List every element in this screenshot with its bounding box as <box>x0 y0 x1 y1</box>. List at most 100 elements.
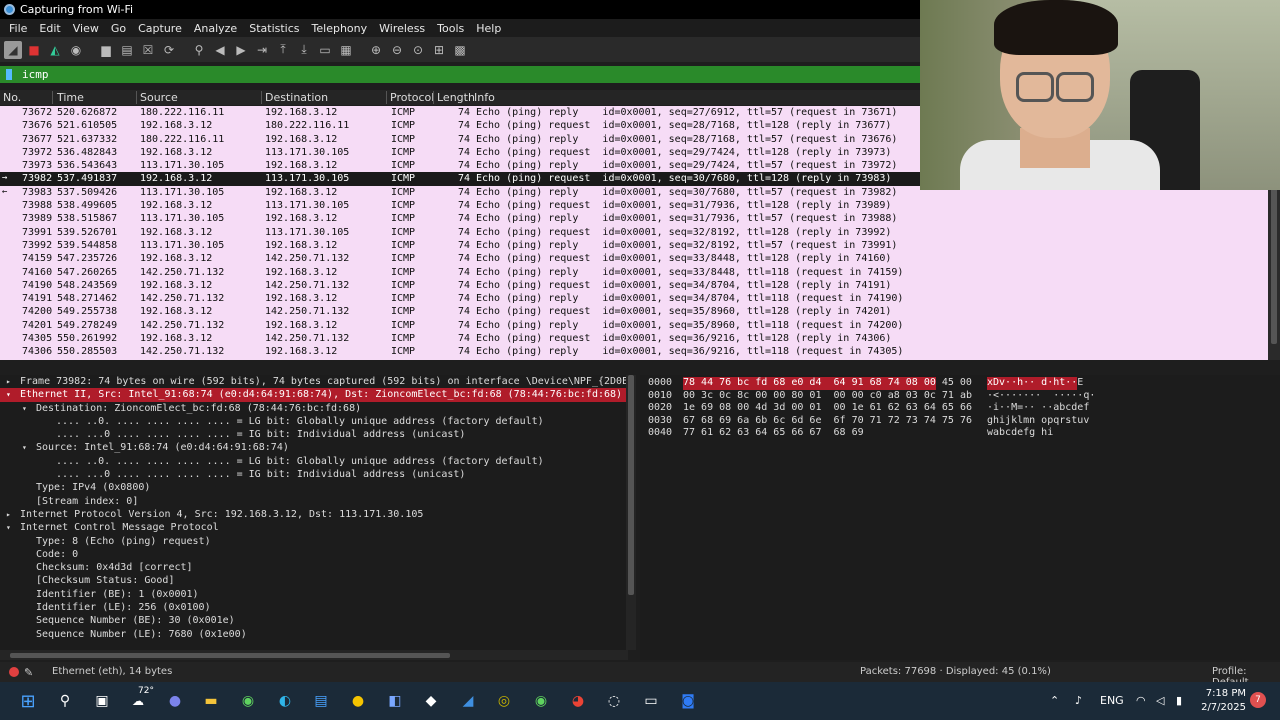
options-icon[interactable]: ◉ <box>67 41 85 59</box>
capture-status-icon[interactable] <box>9 667 19 677</box>
microphone-icon[interactable]: ♪ <box>1075 694 1082 707</box>
shark-fin-icon[interactable]: ◢ <box>4 40 22 59</box>
volume-icon[interactable]: ◁ <box>1156 694 1164 707</box>
detail-tree-item[interactable]: .... ...0 .... .... .... .... = IG bit: … <box>0 428 628 441</box>
packet-row[interactable]: 74159 547.235726 192.168.3.12 142.250.71.13… <box>0 252 1268 265</box>
show-hidden-icons-icon[interactable]: ⌃ <box>1050 694 1059 707</box>
menu-item[interactable]: View <box>67 22 105 35</box>
detail-tree-item[interactable]: Identifier (BE): 1 (0x0001) <box>0 588 628 601</box>
close-file-icon[interactable]: ☒ <box>139 41 157 59</box>
packet-row[interactable]: 74160 547.260265 142.250.71.132 192.168.3.1… <box>0 266 1268 279</box>
windows-start-icon[interactable]: ⊞ <box>16 689 40 713</box>
app-icon-circle[interactable]: ◌ <box>602 689 626 713</box>
detail-tree-item[interactable]: ▸ Internet Protocol Version 4, Src: 192.1… <box>0 508 628 521</box>
ascii-text[interactable]: wabcdefg hi <box>987 427 1053 440</box>
menu-item[interactable]: Go <box>105 22 132 35</box>
first-icon[interactable]: ⤒ <box>274 41 292 59</box>
col-header-info[interactable]: Info <box>474 91 495 104</box>
collapse-arrow-icon[interactable]: ▾ <box>22 402 27 415</box>
app-icon-green-2[interactable]: ◉ <box>529 689 553 713</box>
detail-tree-item[interactable]: ▾ Internet Control Message Protocol <box>0 521 628 534</box>
detail-tree-item[interactable]: ▸ Frame 73982: 74 bytes on wire (592 bits… <box>0 375 628 388</box>
detail-tree-item[interactable]: ▾ Ethernet II, Src: Intel_91:68:74 (e0:d4… <box>0 388 628 402</box>
notification-badge[interactable]: 7 <box>1250 692 1266 708</box>
menu-item[interactable]: Capture <box>132 22 188 35</box>
edit-comment-icon[interactable]: ✎ <box>24 666 33 679</box>
detail-tree-item[interactable]: Type: IPv4 (0x0800) <box>0 481 628 494</box>
collapse-arrow-icon[interactable]: ▾ <box>6 388 11 401</box>
detail-tree-item[interactable]: [Checksum Status: Good] <box>0 574 628 587</box>
menu-item[interactable]: Help <box>470 22 507 35</box>
ascii-text[interactable]: ·<······· ·····q· <box>987 390 1095 403</box>
app-icon-blue[interactable]: ◧ <box>383 689 407 713</box>
col-header-source[interactable]: Source <box>140 91 178 104</box>
details-scrollbar[interactable] <box>626 375 636 650</box>
packet-row[interactable]: 74190 548.243569 192.168.3.12 142.250.71.13… <box>0 279 1268 292</box>
menu-item[interactable]: Tools <box>431 22 470 35</box>
ascii-text[interactable]: ghijklmn opqrstuv <box>987 415 1089 428</box>
packet-row[interactable]: 73992 539.544858 113.171.30.105 192.168.3.1… <box>0 239 1268 252</box>
teams-icon[interactable]: ● <box>163 689 187 713</box>
detail-tree-item[interactable]: .... ..0. .... .... .... .... = LG bit: … <box>0 455 628 468</box>
zoom-out-icon[interactable]: ⊖ <box>388 41 406 59</box>
hex-bytes[interactable]: 00 3c 0c 8c 00 00 80 01 00 00 c0 a8 03 0… <box>683 390 972 403</box>
forward-icon[interactable]: ▶ <box>232 41 250 59</box>
detail-tree-item[interactable]: .... ...0 .... .... .... .... = IG bit: … <box>0 468 628 481</box>
collapse-arrow-icon[interactable]: ▾ <box>22 441 27 454</box>
task-view-icon[interactable]: ▣ <box>90 689 114 713</box>
packet-row[interactable]: 73991 539.526701 192.168.3.12 113.171.30.10… <box>0 226 1268 239</box>
colorize-icon[interactable]: ▦ <box>337 41 355 59</box>
autoscroll-icon[interactable]: ▭ <box>316 41 334 59</box>
scrollbar-thumb[interactable] <box>628 375 634 595</box>
display-filter-input[interactable] <box>22 68 822 81</box>
system-clock[interactable]: 7:18 PM 2/7/2025 <box>1200 687 1246 715</box>
detail-tree-item[interactable]: ▾ Destination: ZioncomElect_bc:fd:68 (78:… <box>0 402 628 415</box>
ascii-text[interactable]: ·i··M=·· ··abcdef <box>987 402 1089 415</box>
terminal-icon[interactable]: ▭ <box>639 689 663 713</box>
packet-row[interactable]: 74201 549.278249 142.250.71.132 192.168.3.1… <box>0 319 1268 332</box>
wifi-icon[interactable]: ◠ <box>1136 694 1146 707</box>
col-header-destination[interactable]: Destination <box>265 91 328 104</box>
wireshark-taskbar-icon[interactable]: ◢ <box>456 689 480 713</box>
find-icon[interactable]: ⚲ <box>190 41 208 59</box>
menu-item[interactable]: Statistics <box>243 22 305 35</box>
language-indicator[interactable]: ENG <box>1100 694 1124 707</box>
save-icon[interactable]: ▤ <box>118 41 136 59</box>
menu-item[interactable]: Edit <box>33 22 66 35</box>
detail-tree-item[interactable]: ▾ Source: Intel_91:68:74 (e0:d4:64:91:68:… <box>0 441 628 454</box>
col-header-protocol[interactable]: Protocol <box>390 91 434 104</box>
hex-bytes-selected[interactable]: 78 44 76 bc fd 68 e0 d4 64 91 68 74 08 0… <box>683 377 936 390</box>
hex-bytes[interactable]: 1e 69 08 00 4d 3d 00 01 00 1e 61 62 63 6… <box>683 402 972 415</box>
menu-item[interactable]: Telephony <box>306 22 374 35</box>
bookmark-icon[interactable] <box>6 69 12 80</box>
menu-item[interactable]: Analyze <box>188 22 243 35</box>
app-icon-mono[interactable]: ◆ <box>419 689 443 713</box>
reload-icon[interactable]: ⟳ <box>160 41 178 59</box>
last-icon[interactable]: ⤓ <box>295 41 313 59</box>
ascii-selected[interactable]: xDv··h·· d·ht·· <box>987 377 1078 390</box>
open-icon[interactable]: ▆ <box>97 41 115 59</box>
hex-bytes[interactable]: 67 68 69 6a 6b 6c 6d 6e 6f 70 71 72 73 7… <box>683 415 972 428</box>
detail-tree-item[interactable]: Identifier (LE): 256 (0x0100) <box>0 601 628 614</box>
detail-tree-item[interactable]: [Stream index: 0] <box>0 495 628 508</box>
expand-arrow-icon[interactable]: ▸ <box>6 508 11 521</box>
zoom-in-icon[interactable]: ⊕ <box>367 41 385 59</box>
chrome-icon[interactable]: ◕ <box>566 689 590 713</box>
packet-row[interactable]: 74306 550.285503 142.250.71.132 192.168.3.1… <box>0 345 1268 358</box>
detail-tree-item[interactable]: Code: 0 <box>0 548 628 561</box>
goto-icon[interactable]: ⇥ <box>253 41 271 59</box>
search-icon[interactable]: ⚲ <box>53 689 77 713</box>
restart-icon[interactable]: ◭ <box>46 41 64 59</box>
expand-arrow-icon[interactable]: ▸ <box>6 375 11 388</box>
app-icon-green[interactable]: ◉ <box>236 689 260 713</box>
hex-bytes[interactable]: 45 00 <box>936 377 972 390</box>
detail-tree-item[interactable]: .... ..0. .... .... .... .... = LG bit: … <box>0 415 628 428</box>
detail-tree-item[interactable]: Type: 8 (Echo (ping) request) <box>0 535 628 548</box>
app-icon-yellow[interactable]: ● <box>346 689 370 713</box>
packet-row[interactable]: 73989 538.515867 113.171.30.105 192.168.3.1… <box>0 212 1268 225</box>
packet-row[interactable]: 74191 548.271462 142.250.71.132 192.168.3.1… <box>0 292 1268 305</box>
hex-bytes[interactable]: 77 61 62 63 64 65 66 67 68 69 <box>683 427 864 440</box>
col-header-time[interactable]: Time <box>57 91 84 104</box>
details-horizontal-scrollbar[interactable] <box>0 650 628 660</box>
detail-tree-item[interactable]: Checksum: 0x4d3d [correct] <box>0 561 628 574</box>
